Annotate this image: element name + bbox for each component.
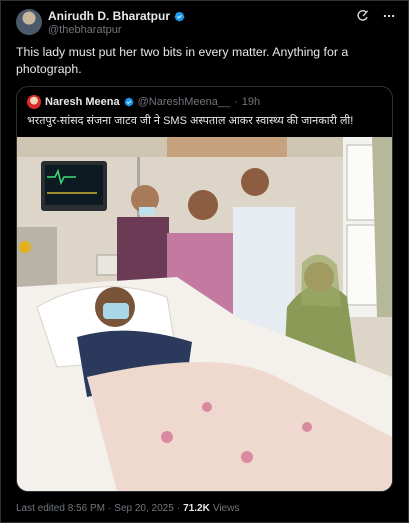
verified-badge-icon (124, 97, 133, 107)
edited-label[interactable]: Last edited 8:56 PM (16, 503, 105, 514)
quoted-header: Naresh Meena @NareshMeena__ · 19h (27, 95, 260, 109)
hospital-photo[interactable] (17, 137, 392, 491)
quoted-tweet[interactable]: Naresh Meena @NareshMeena__ · 19h भरतपुर… (16, 86, 393, 492)
footer-separator: · (107, 503, 112, 514)
quoted-text: भरतपुर-सांसद संजना जाटव जी ने SMS अस्पता… (27, 115, 354, 127)
quoted-author-handle[interactable]: @NareshMeena__ (138, 96, 231, 108)
tweet-actions (355, 8, 397, 24)
quoted-author-avatar[interactable] (27, 95, 41, 109)
verified-badge-icon (174, 11, 185, 21)
author-name[interactable]: Anirudh D. Bharatpur (48, 9, 170, 23)
author-name-row: Anirudh D. Bharatpur (48, 9, 185, 23)
tweet-text: This lady must put her two bits in every… (16, 45, 349, 76)
quoted-separator: · (234, 96, 238, 108)
views-label: Views (212, 503, 240, 514)
quoted-author-name[interactable]: Naresh Meena (45, 96, 120, 108)
more-options-icon[interactable] (381, 8, 397, 24)
quoted-time[interactable]: 19h (242, 96, 260, 108)
footer-separator: · (176, 503, 181, 514)
grok-icon[interactable] (355, 8, 371, 24)
author-handle[interactable]: @thebharatpur (48, 24, 122, 36)
photo-illustration (17, 137, 392, 491)
author-avatar[interactable] (16, 9, 42, 35)
tweet-date[interactable]: Sep 20, 2025 (114, 503, 174, 514)
views-count: 71.2K (183, 503, 210, 514)
tweet-footer: Last edited 8:56 PM · Sep 20, 2025 · 71.… (16, 503, 239, 514)
